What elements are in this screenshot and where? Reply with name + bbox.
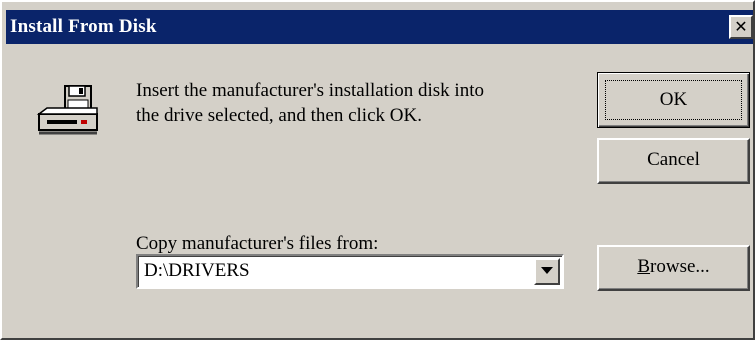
ok-button-label: OK [605, 80, 742, 120]
browse-button-label: rowse... [650, 256, 710, 277]
copy-from-value[interactable]: D:\DRIVERS [144, 260, 250, 282]
browse-button[interactable]: Browse... [597, 245, 750, 291]
title-bar[interactable]: Install From Disk ✕ [6, 10, 753, 44]
floppy-drive-icon [35, 84, 101, 136]
close-icon: ✕ [734, 17, 748, 36]
cancel-button[interactable]: Cancel [597, 138, 750, 184]
install-from-disk-dialog: Install From Disk ✕ Insert the manufactu… [0, 0, 755, 340]
instruction-message: Insert the manufacturer's installation d… [136, 78, 576, 128]
browse-mnemonic: B [637, 256, 651, 277]
copy-from-label: Copy manufacturer's files from: [136, 233, 379, 254]
copy-from-combobox[interactable]: D:\DRIVERS [136, 254, 564, 289]
window-title: Install From Disk [10, 16, 157, 37]
ok-button[interactable]: OK [597, 72, 750, 128]
dropdown-arrow-button[interactable] [534, 258, 560, 285]
close-button[interactable]: ✕ [729, 15, 753, 39]
message-line-1: Insert the manufacturer's installation d… [136, 80, 484, 101]
dropdown-arrow-icon [541, 267, 553, 274]
cancel-button-label: Cancel [647, 149, 700, 170]
message-line-2: the drive selected, and then click OK. [136, 105, 422, 126]
